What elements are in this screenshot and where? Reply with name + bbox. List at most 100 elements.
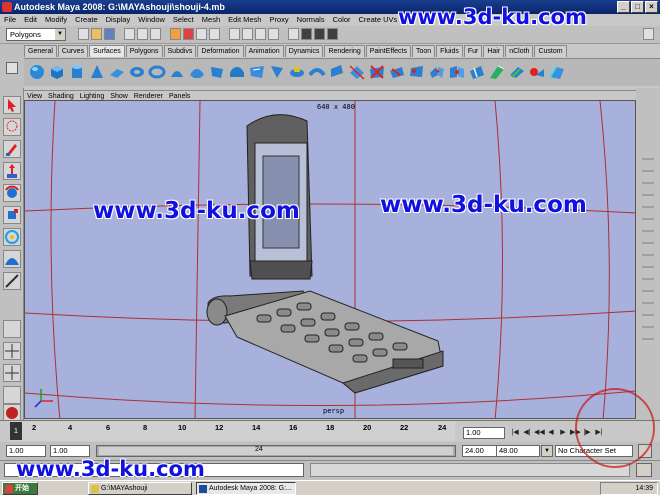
select-hierarchy-icon[interactable]	[124, 28, 135, 40]
save-scene-icon[interactable]	[104, 28, 115, 40]
mask-icon-3[interactable]	[196, 28, 207, 40]
attach-surfaces-icon[interactable]	[428, 63, 446, 81]
select-tool-icon[interactable]	[3, 96, 21, 114]
range-slider[interactable]: 24	[96, 445, 456, 457]
lasso-tool-icon[interactable]	[3, 118, 21, 136]
shelf-tab-fluids[interactable]: Fluids	[436, 45, 463, 57]
rotate-tool-icon[interactable]	[3, 184, 21, 202]
shelf-tab-curves[interactable]: Curves	[57, 45, 89, 57]
chevron-down-icon[interactable]: ▼	[541, 445, 553, 457]
menu-create-uvs[interactable]: Create UVs	[355, 14, 402, 26]
menu-create[interactable]: Create	[71, 14, 102, 26]
menu-select[interactable]: Select	[169, 14, 198, 26]
new-scene-icon[interactable]	[78, 28, 89, 40]
render-settings-icon[interactable]	[327, 28, 338, 40]
select-object-icon[interactable]	[137, 28, 148, 40]
birail-icon[interactable]	[248, 63, 266, 81]
script-editor-icon[interactable]	[636, 463, 652, 477]
shelf-tab-toon[interactable]: Toon	[411, 45, 436, 57]
shelf-tab-rendering[interactable]: Rendering	[324, 45, 365, 57]
menu-edit[interactable]: Edit	[20, 14, 41, 26]
loft-icon[interactable]	[188, 63, 206, 81]
menu-edit-mesh[interactable]: Edit Mesh	[224, 14, 265, 26]
ipr-render-icon[interactable]	[314, 28, 325, 40]
move-tool-icon[interactable]	[3, 162, 21, 180]
shelf-tab-hair[interactable]: Hair	[483, 45, 505, 57]
current-frame-marker[interactable]: 1	[10, 422, 22, 440]
render-icon[interactable]	[301, 28, 312, 40]
persp-graph-layout-icon[interactable]	[3, 386, 21, 404]
menu-file[interactable]: File	[0, 14, 20, 26]
nurbs-cone-icon[interactable]	[88, 63, 106, 81]
nurbs-torus-icon[interactable]	[128, 63, 146, 81]
paint-select-icon[interactable]	[3, 140, 21, 158]
taskbar-item-explorer[interactable]: G:\MAYAshouji	[88, 482, 192, 495]
snap-point-icon[interactable]	[255, 28, 266, 40]
extend-surface-icon[interactable]	[488, 63, 506, 81]
nurbs-circle-icon[interactable]	[148, 63, 166, 81]
shelf-tab-ncloth[interactable]: nCloth	[505, 45, 534, 57]
start-button[interactable]: 开始	[2, 482, 38, 495]
range-slider-bar[interactable]	[99, 447, 453, 455]
channel-box-icon[interactable]	[642, 148, 654, 348]
current-time-field[interactable]: 1.00	[463, 427, 505, 439]
intersect-icon[interactable]	[348, 63, 366, 81]
menu-modify[interactable]: Modify	[41, 14, 71, 26]
taskbar-item-maya[interactable]: Autodesk Maya 2008: G:...	[196, 482, 296, 495]
end-time-field[interactable]: 48.00	[496, 445, 540, 457]
insert-isoparm-icon[interactable]	[468, 63, 486, 81]
nurbs-cube-icon[interactable]	[48, 63, 66, 81]
select-component-icon[interactable]	[150, 28, 161, 40]
time-slider[interactable]: 2 4 6 8 10 12 14 16 18 20 22 24	[10, 421, 455, 441]
nurbs-plane-icon[interactable]	[108, 63, 126, 81]
play-forwards-icon[interactable]: ▶	[558, 428, 568, 438]
extrude-icon[interactable]	[228, 63, 246, 81]
planar-icon[interactable]	[208, 63, 226, 81]
menu-set-dropdown[interactable]: Polygons ▼	[6, 28, 66, 41]
menu-mesh[interactable]: Mesh	[198, 14, 224, 26]
menu-display[interactable]: Display	[102, 14, 135, 26]
snap-grid-icon[interactable]	[229, 28, 240, 40]
perspective-viewport[interactable]: 640 x 480 persp	[24, 100, 636, 419]
mask-icon-2[interactable]	[183, 28, 194, 40]
detach-surfaces-icon[interactable]	[448, 63, 466, 81]
manipulator-tool-icon[interactable]	[3, 228, 21, 246]
maximize-button[interactable]: □	[631, 1, 644, 13]
shelf-tab-custom[interactable]: Custom	[534, 45, 567, 57]
project-curve-icon[interactable]	[368, 63, 386, 81]
shelf-tab-animation[interactable]: Animation	[244, 45, 284, 57]
snap-plane-icon[interactable]	[268, 28, 279, 40]
step-back-icon[interactable]: ◀|	[522, 428, 532, 438]
mask-icon[interactable]	[170, 28, 181, 40]
rebuild-surface-icon[interactable]	[528, 63, 546, 81]
close-button[interactable]: ×	[645, 1, 658, 13]
play-backwards-icon[interactable]: ◀	[546, 428, 556, 438]
shelf-tab-subdivs[interactable]: Subdivs	[163, 45, 197, 57]
menu-color[interactable]: Color	[329, 14, 355, 26]
trim-tool-icon[interactable]	[388, 63, 406, 81]
nurbs-sphere-icon[interactable]	[28, 63, 46, 81]
single-view-layout-icon[interactable]	[3, 320, 21, 338]
go-to-start-icon[interactable]: |◀	[510, 428, 520, 438]
trash-icon[interactable]	[643, 28, 654, 40]
mask-icon-4[interactable]	[209, 28, 220, 40]
persp-outliner-layout-icon[interactable]	[3, 364, 21, 382]
open-scene-icon[interactable]	[91, 28, 102, 40]
shelf-tab-surfaces[interactable]: Surfaces	[89, 45, 125, 57]
menu-proxy[interactable]: Proxy	[265, 14, 292, 26]
menu-window[interactable]: Window	[134, 14, 169, 26]
start-time-field[interactable]: 1.00	[6, 445, 46, 457]
offset-surface-icon[interactable]	[508, 63, 526, 81]
shelf-tab-deformation[interactable]: Deformation	[197, 45, 244, 57]
revolve-icon[interactable]	[168, 63, 186, 81]
square-surface-icon[interactable]	[288, 63, 306, 81]
shelf-tab-general[interactable]: General	[24, 45, 57, 57]
scale-tool-icon[interactable]	[3, 206, 21, 224]
shelf-menu-icon[interactable]	[6, 62, 18, 74]
soft-mod-tool-icon[interactable]	[3, 250, 21, 268]
step-back-key-icon[interactable]: ◀◀	[534, 428, 545, 438]
four-view-layout-icon[interactable]	[3, 342, 21, 360]
playback-start-field[interactable]: 1.00	[50, 445, 90, 457]
shelf-tab-fur[interactable]: Fur	[463, 45, 483, 57]
menu-normals[interactable]: Normals	[293, 14, 329, 26]
